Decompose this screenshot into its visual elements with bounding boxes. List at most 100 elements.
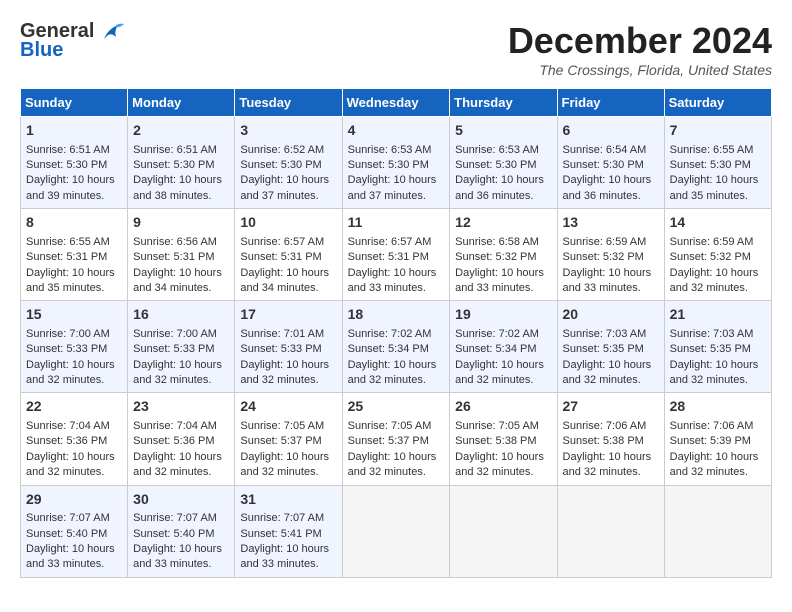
sunrise-label: Sunrise: 7:00 AM	[133, 328, 217, 340]
day-number: 6	[563, 121, 659, 141]
table-row: 24 Sunrise: 7:05 AM Sunset: 5:37 PM Dayl…	[235, 393, 342, 485]
sunset-label: Sunset: 5:36 PM	[133, 435, 214, 447]
calendar-week-2: 8 Sunrise: 6:55 AM Sunset: 5:31 PM Dayli…	[21, 209, 772, 301]
table-row: 7 Sunrise: 6:55 AM Sunset: 5:30 PM Dayli…	[664, 117, 771, 209]
sunset-label: Sunset: 5:39 PM	[670, 435, 751, 447]
daylight-label: Daylight: 10 hours and 32 minutes.	[670, 451, 759, 478]
daylight-label: Daylight: 10 hours and 32 minutes.	[26, 451, 115, 478]
table-row: 23 Sunrise: 7:04 AM Sunset: 5:36 PM Dayl…	[128, 393, 235, 485]
sunrise-label: Sunrise: 6:56 AM	[133, 236, 217, 248]
logo-blue: Blue	[20, 39, 63, 62]
sunset-label: Sunset: 5:34 PM	[348, 343, 429, 355]
day-number: 17	[240, 305, 336, 325]
day-number: 23	[133, 397, 229, 417]
day-number: 9	[133, 213, 229, 233]
day-number: 7	[670, 121, 766, 141]
daylight-label: Daylight: 10 hours and 33 minutes.	[26, 543, 115, 570]
daylight-label: Daylight: 10 hours and 38 minutes.	[133, 174, 222, 201]
table-row: 28 Sunrise: 7:06 AM Sunset: 5:39 PM Dayl…	[664, 393, 771, 485]
sunset-label: Sunset: 5:37 PM	[348, 435, 429, 447]
sunset-label: Sunset: 5:30 PM	[240, 159, 321, 171]
sunset-label: Sunset: 5:33 PM	[133, 343, 214, 355]
table-row: 19 Sunrise: 7:02 AM Sunset: 5:34 PM Dayl…	[450, 301, 557, 393]
sunset-label: Sunset: 5:32 PM	[563, 251, 644, 263]
sunrise-label: Sunrise: 7:07 AM	[26, 512, 110, 524]
day-number: 20	[563, 305, 659, 325]
daylight-label: Daylight: 10 hours and 32 minutes.	[563, 359, 652, 386]
day-number: 31	[240, 490, 336, 510]
header-thursday: Thursday	[450, 89, 557, 117]
sunrise-label: Sunrise: 7:06 AM	[563, 420, 647, 432]
sunrise-label: Sunrise: 6:52 AM	[240, 144, 324, 156]
daylight-label: Daylight: 10 hours and 33 minutes.	[133, 543, 222, 570]
title-area: December 2024 The Crossings, Florida, Un…	[508, 20, 772, 78]
sunrise-label: Sunrise: 6:55 AM	[26, 236, 110, 248]
sunset-label: Sunset: 5:40 PM	[26, 528, 107, 540]
calendar-header-row: Sunday Monday Tuesday Wednesday Thursday…	[21, 89, 772, 117]
sunset-label: Sunset: 5:30 PM	[670, 159, 751, 171]
sunrise-label: Sunrise: 6:53 AM	[348, 144, 432, 156]
day-number: 26	[455, 397, 551, 417]
sunrise-label: Sunrise: 7:04 AM	[26, 420, 110, 432]
table-row: 25 Sunrise: 7:05 AM Sunset: 5:37 PM Dayl…	[342, 393, 450, 485]
table-row: 21 Sunrise: 7:03 AM Sunset: 5:35 PM Dayl…	[664, 301, 771, 393]
sunrise-label: Sunrise: 7:07 AM	[240, 512, 324, 524]
day-number: 15	[26, 305, 122, 325]
day-number: 5	[455, 121, 551, 141]
sunrise-label: Sunrise: 6:59 AM	[670, 236, 754, 248]
sunset-label: Sunset: 5:35 PM	[670, 343, 751, 355]
day-number: 4	[348, 121, 445, 141]
sunrise-label: Sunrise: 7:05 AM	[348, 420, 432, 432]
table-row: 14 Sunrise: 6:59 AM Sunset: 5:32 PM Dayl…	[664, 209, 771, 301]
sunset-label: Sunset: 5:31 PM	[26, 251, 107, 263]
daylight-label: Daylight: 10 hours and 34 minutes.	[240, 267, 329, 294]
table-row: 11 Sunrise: 6:57 AM Sunset: 5:31 PM Dayl…	[342, 209, 450, 301]
sunset-label: Sunset: 5:32 PM	[455, 251, 536, 263]
sunrise-label: Sunrise: 7:03 AM	[563, 328, 647, 340]
day-number: 29	[26, 490, 122, 510]
sunrise-label: Sunrise: 6:58 AM	[455, 236, 539, 248]
header-friday: Friday	[557, 89, 664, 117]
table-row: 18 Sunrise: 7:02 AM Sunset: 5:34 PM Dayl…	[342, 301, 450, 393]
calendar-week-5: 29 Sunrise: 7:07 AM Sunset: 5:40 PM Dayl…	[21, 485, 772, 577]
sunset-label: Sunset: 5:31 PM	[133, 251, 214, 263]
table-row: 22 Sunrise: 7:04 AM Sunset: 5:36 PM Dayl…	[21, 393, 128, 485]
daylight-label: Daylight: 10 hours and 33 minutes.	[240, 543, 329, 570]
table-row: 17 Sunrise: 7:01 AM Sunset: 5:33 PM Dayl…	[235, 301, 342, 393]
calendar-week-1: 1 Sunrise: 6:51 AM Sunset: 5:30 PM Dayli…	[21, 117, 772, 209]
sunset-label: Sunset: 5:31 PM	[348, 251, 429, 263]
day-number: 1	[26, 121, 122, 141]
day-number: 16	[133, 305, 229, 325]
header-saturday: Saturday	[664, 89, 771, 117]
day-number: 12	[455, 213, 551, 233]
sunrise-label: Sunrise: 6:57 AM	[348, 236, 432, 248]
table-row: 9 Sunrise: 6:56 AM Sunset: 5:31 PM Dayli…	[128, 209, 235, 301]
sunrise-label: Sunrise: 7:02 AM	[348, 328, 432, 340]
header-sunday: Sunday	[21, 89, 128, 117]
daylight-label: Daylight: 10 hours and 32 minutes.	[133, 359, 222, 386]
sunset-label: Sunset: 5:30 PM	[348, 159, 429, 171]
daylight-label: Daylight: 10 hours and 36 minutes.	[563, 174, 652, 201]
table-row: 12 Sunrise: 6:58 AM Sunset: 5:32 PM Dayl…	[450, 209, 557, 301]
daylight-label: Daylight: 10 hours and 32 minutes.	[563, 451, 652, 478]
sunset-label: Sunset: 5:40 PM	[133, 528, 214, 540]
daylight-label: Daylight: 10 hours and 32 minutes.	[670, 267, 759, 294]
logo-bird-icon	[98, 21, 126, 43]
month-title: December 2024	[508, 20, 772, 62]
header-tuesday: Tuesday	[235, 89, 342, 117]
daylight-label: Daylight: 10 hours and 32 minutes.	[133, 451, 222, 478]
sunrise-label: Sunrise: 6:54 AM	[563, 144, 647, 156]
table-row: 8 Sunrise: 6:55 AM Sunset: 5:31 PM Dayli…	[21, 209, 128, 301]
day-number: 3	[240, 121, 336, 141]
table-row: 31 Sunrise: 7:07 AM Sunset: 5:41 PM Dayl…	[235, 485, 342, 577]
table-row	[342, 485, 450, 577]
table-row	[664, 485, 771, 577]
daylight-label: Daylight: 10 hours and 37 minutes.	[240, 174, 329, 201]
daylight-label: Daylight: 10 hours and 32 minutes.	[455, 359, 544, 386]
sunrise-label: Sunrise: 6:57 AM	[240, 236, 324, 248]
day-number: 30	[133, 490, 229, 510]
table-row: 3 Sunrise: 6:52 AM Sunset: 5:30 PM Dayli…	[235, 117, 342, 209]
sunrise-label: Sunrise: 6:51 AM	[26, 144, 110, 156]
sunset-label: Sunset: 5:30 PM	[455, 159, 536, 171]
day-number: 27	[563, 397, 659, 417]
